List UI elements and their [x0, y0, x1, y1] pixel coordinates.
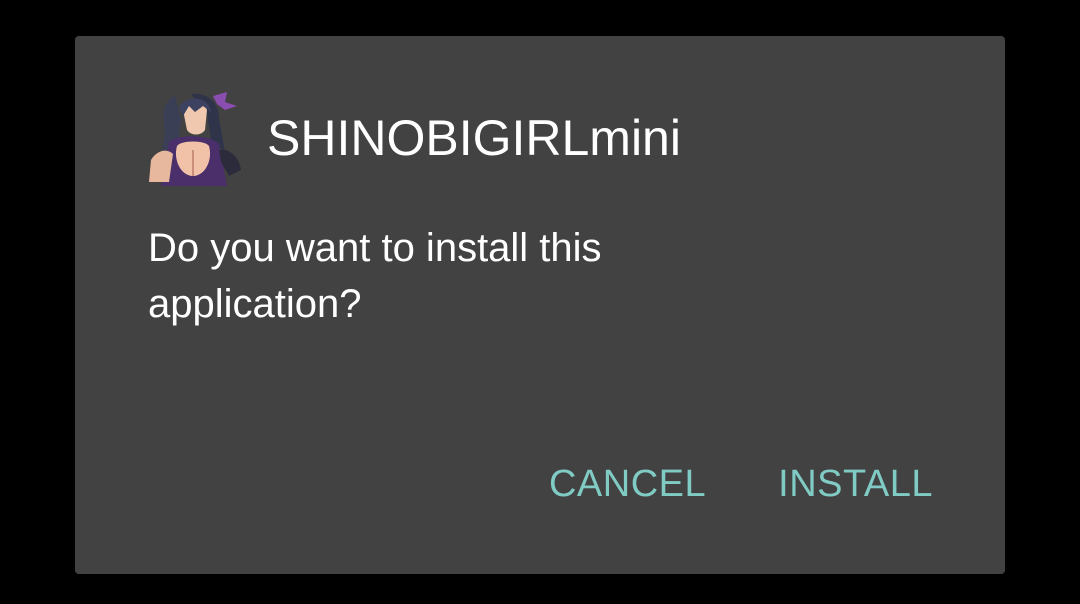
dialog-actions: CANCEL INSTALL: [549, 456, 933, 512]
install-button[interactable]: INSTALL: [778, 456, 933, 512]
app-name: SHINOBIGIRLmini: [267, 110, 681, 166]
cancel-button[interactable]: CANCEL: [549, 456, 706, 512]
install-prompt-message: Do you want to install this application?: [148, 226, 602, 326]
app-icon: [147, 90, 243, 186]
install-dialog: SHINOBIGIRLmini Do you want to install t…: [75, 36, 1005, 574]
